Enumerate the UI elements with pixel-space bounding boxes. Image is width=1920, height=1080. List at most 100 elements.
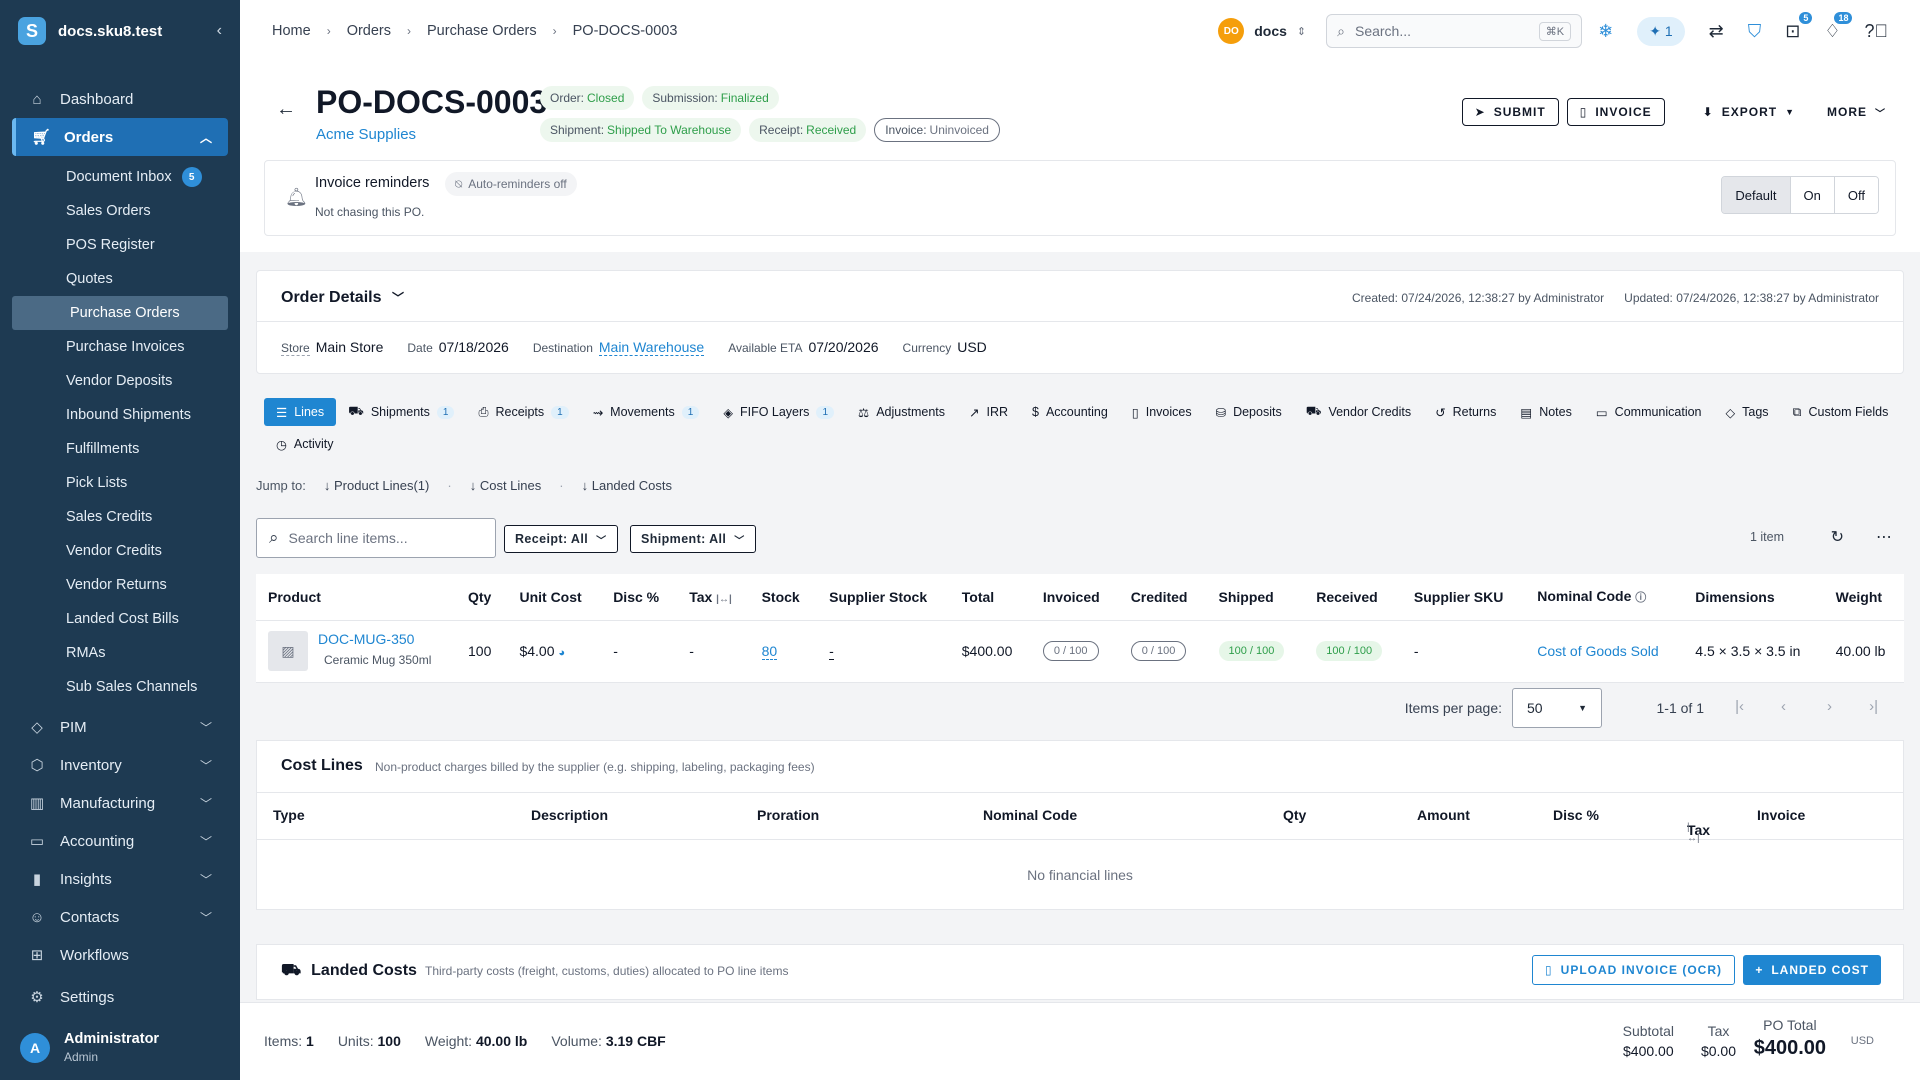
col-total[interactable]: Total bbox=[949, 574, 1031, 621]
col-qty[interactable]: Qty bbox=[1283, 807, 1306, 823]
breadcrumb-home[interactable]: Home bbox=[272, 23, 311, 39]
tab-returns[interactable]: ↺ Returns bbox=[1423, 398, 1508, 426]
sidebar-item-inventory[interactable]: ⬡ Inventory ﹀ bbox=[0, 746, 240, 784]
tab-invoices[interactable]: ▯ Invoices bbox=[1120, 398, 1204, 426]
sidebar-item-settings[interactable]: ⚙ Settings bbox=[0, 978, 240, 1016]
sidebar-sub-purchase-orders[interactable]: Purchase Orders bbox=[12, 296, 228, 330]
sidebar-sub-vendor-credits[interactable]: Vendor Credits bbox=[0, 534, 240, 568]
upload-invoice-ocr-button[interactable]: ▯ UPLOAD INVOICE (OCR) bbox=[1532, 955, 1735, 985]
back-arrow-icon[interactable]: ← bbox=[276, 98, 296, 121]
sidebar-sub-purchase-invoices[interactable]: Purchase Invoices bbox=[0, 330, 240, 364]
col-disc[interactable]: Disc % bbox=[601, 574, 678, 621]
export-button[interactable]: ⬇ EXPORT ▼ bbox=[1703, 105, 1795, 119]
tab-adjustments[interactable]: ⚖ Adjustments bbox=[846, 398, 957, 426]
sidebar-sub-document-inbox[interactable]: Document Inbox 5 bbox=[0, 160, 240, 194]
user-profile[interactable]: A Administrator Admin bbox=[20, 1031, 159, 1064]
prev-page-icon[interactable]: ‹ bbox=[1781, 698, 1786, 715]
gift-icon[interactable]: ⊡ 5 bbox=[1785, 11, 1813, 42]
help-icon[interactable]: ?⃝ bbox=[1864, 21, 1888, 42]
sidebar-item-accounting[interactable]: ▭ Accounting ﹀ bbox=[0, 822, 240, 860]
snowflake-icon[interactable]: ❄ bbox=[1598, 21, 1613, 42]
last-page-icon[interactable]: ›| bbox=[1869, 698, 1878, 715]
submit-button[interactable]: ➤ SUBMIT bbox=[1461, 98, 1559, 126]
col-qty[interactable]: Qty bbox=[456, 574, 508, 621]
tab-irr[interactable]: ↗ IRR bbox=[957, 398, 1020, 426]
more-button[interactable]: MORE ﹀ bbox=[1827, 105, 1886, 120]
shipment-filter-button[interactable]: Shipment: All ﹀ bbox=[630, 525, 756, 553]
sidebar-sub-inbound-shipments[interactable]: Inbound Shipments bbox=[0, 398, 240, 432]
tab-receipts[interactable]: ⎙ Receipts 1 bbox=[466, 398, 580, 426]
stock-link[interactable]: 80 bbox=[761, 643, 778, 660]
product-sku-link[interactable]: DOC-MUG-350 bbox=[318, 631, 431, 647]
sidebar-sub-sub-sales-channels[interactable]: Sub Sales Channels bbox=[0, 670, 240, 704]
tab-lines[interactable]: ☰ Lines bbox=[264, 398, 337, 426]
table-row[interactable]: ▨ DOC-MUG-350 Ceramic Mug 350ml 100 $4.0… bbox=[256, 620, 1904, 683]
col-proration[interactable]: Proration bbox=[757, 807, 819, 823]
line-items-search-input[interactable]: ⌕ Search line items... bbox=[256, 518, 496, 558]
tab-movements[interactable]: ⇝ Movements 1 bbox=[581, 398, 712, 426]
jump-link-product-lines[interactable]: ↓ Product Lines(1) bbox=[324, 478, 430, 493]
breadcrumb-purchase-orders[interactable]: Purchase Orders bbox=[427, 23, 537, 39]
order-details-toggle[interactable]: Order Details ﹀ bbox=[281, 289, 404, 307]
destination-link[interactable]: Main Warehouse bbox=[598, 339, 705, 356]
tab-accounting[interactable]: $ Accounting bbox=[1020, 398, 1120, 426]
sidebar-item-orders[interactable]: 🛒︎ Orders ︿ bbox=[12, 118, 228, 156]
sidebar-item-manufacturing[interactable]: ▥ Manufacturing ﹀ bbox=[0, 784, 240, 822]
more-options-icon[interactable]: ⋯ bbox=[1876, 527, 1892, 547]
col-credited[interactable]: Credited bbox=[1118, 574, 1207, 621]
sidebar-sub-landed-cost-bills[interactable]: Landed Cost Bills bbox=[0, 602, 240, 636]
refresh-icon[interactable]: ↻ bbox=[1831, 527, 1844, 547]
col-tax[interactable]: Tax |↔| bbox=[677, 574, 750, 621]
sidebar-sub-vendor-returns[interactable]: Vendor Returns bbox=[0, 568, 240, 602]
sidebar-sub-sales-credits[interactable]: Sales Credits bbox=[0, 500, 240, 534]
reminder-option-off[interactable]: Off bbox=[1833, 177, 1878, 213]
tab-activity[interactable]: ◷ Activity bbox=[264, 430, 346, 458]
sidebar-sub-sales-orders[interactable]: Sales Orders bbox=[0, 194, 240, 228]
sidebar-item-insights[interactable]: ▮ Insights ﹀ bbox=[0, 860, 240, 898]
ai-assistant-button[interactable]: ✦ 1 bbox=[1637, 16, 1685, 46]
col-dimensions[interactable]: Dimensions bbox=[1683, 574, 1824, 621]
tab-deposits[interactable]: ⛁ Deposits bbox=[1204, 398, 1294, 426]
col-type[interactable]: Type bbox=[273, 807, 305, 823]
supplier-stock-link[interactable]: - bbox=[829, 643, 834, 660]
store-selector[interactable]: DO docs ⇕ bbox=[1218, 18, 1306, 44]
pie-chart-icon[interactable]: ◕ bbox=[558, 647, 565, 659]
col-nominal-code[interactable]: Nominal Code bbox=[983, 807, 1077, 823]
sidebar-sub-quotes[interactable]: Quotes bbox=[0, 262, 240, 296]
col-received[interactable]: Received bbox=[1304, 574, 1402, 621]
tab-shipments[interactable]: ⛟ Shipments 1 bbox=[336, 398, 466, 426]
tab-vendor-credits[interactable]: ⛟ Vendor Credits bbox=[1294, 398, 1423, 426]
reminder-option-default[interactable]: Default bbox=[1722, 177, 1790, 213]
invoice-button[interactable]: ▯ INVOICE bbox=[1566, 98, 1665, 126]
tab-notes[interactable]: ▤ Notes bbox=[1508, 398, 1583, 426]
sidebar-item-workflows[interactable]: ⊞ Workflows bbox=[0, 936, 240, 974]
tab-communication[interactable]: ▭ Communication bbox=[1584, 398, 1714, 426]
col-shipped[interactable]: Shipped bbox=[1206, 574, 1305, 621]
next-page-icon[interactable]: › bbox=[1827, 698, 1832, 715]
jump-link-cost-lines[interactable]: ↓ Cost Lines bbox=[470, 478, 542, 493]
col-product[interactable]: Product bbox=[256, 574, 456, 621]
col-disc[interactable]: Disc % bbox=[1553, 807, 1599, 823]
col-supplier-stock[interactable]: Supplier Stock bbox=[817, 574, 950, 621]
col-supplier-sku[interactable]: Supplier SKU bbox=[1401, 574, 1526, 621]
col-weight[interactable]: Weight bbox=[1823, 574, 1904, 621]
col-nominal-code[interactable]: Nominal Code ⓘ bbox=[1525, 574, 1684, 621]
col-stock[interactable]: Stock bbox=[749, 574, 818, 621]
tab-fifo-layers[interactable]: ◈ FIFO Layers 1 bbox=[711, 398, 846, 426]
shield-icon[interactable]: ⛉ bbox=[1748, 21, 1762, 42]
breadcrumb-orders[interactable]: Orders bbox=[347, 23, 391, 39]
jump-link-landed-costs[interactable]: ↓ Landed Costs bbox=[582, 478, 672, 493]
vendor-link[interactable]: Acme Supplies bbox=[316, 126, 416, 143]
tab-tags[interactable]: ◇ Tags bbox=[1714, 398, 1781, 426]
global-search[interactable]: ⌕ Search... ⌘K bbox=[1326, 14, 1583, 48]
shuffle-icon[interactable]: ⇄ bbox=[1709, 21, 1724, 42]
col-description[interactable]: Description bbox=[531, 807, 608, 823]
collapse-sidebar-icon[interactable]: ‹ bbox=[217, 22, 222, 40]
reminder-option-on[interactable]: On bbox=[1789, 177, 1834, 213]
sidebar-sub-pick-lists[interactable]: Pick Lists bbox=[0, 466, 240, 500]
sidebar-item-dashboard[interactable]: ⌂ Dashboard bbox=[0, 80, 240, 118]
add-landed-cost-button[interactable]: + LANDED COST bbox=[1743, 955, 1881, 985]
sidebar-sub-rmas[interactable]: RMAs bbox=[0, 636, 240, 670]
sidebar-sub-pos-register[interactable]: POS Register bbox=[0, 228, 240, 262]
items-per-page-select[interactable]: 50 ▼ bbox=[1512, 688, 1602, 728]
